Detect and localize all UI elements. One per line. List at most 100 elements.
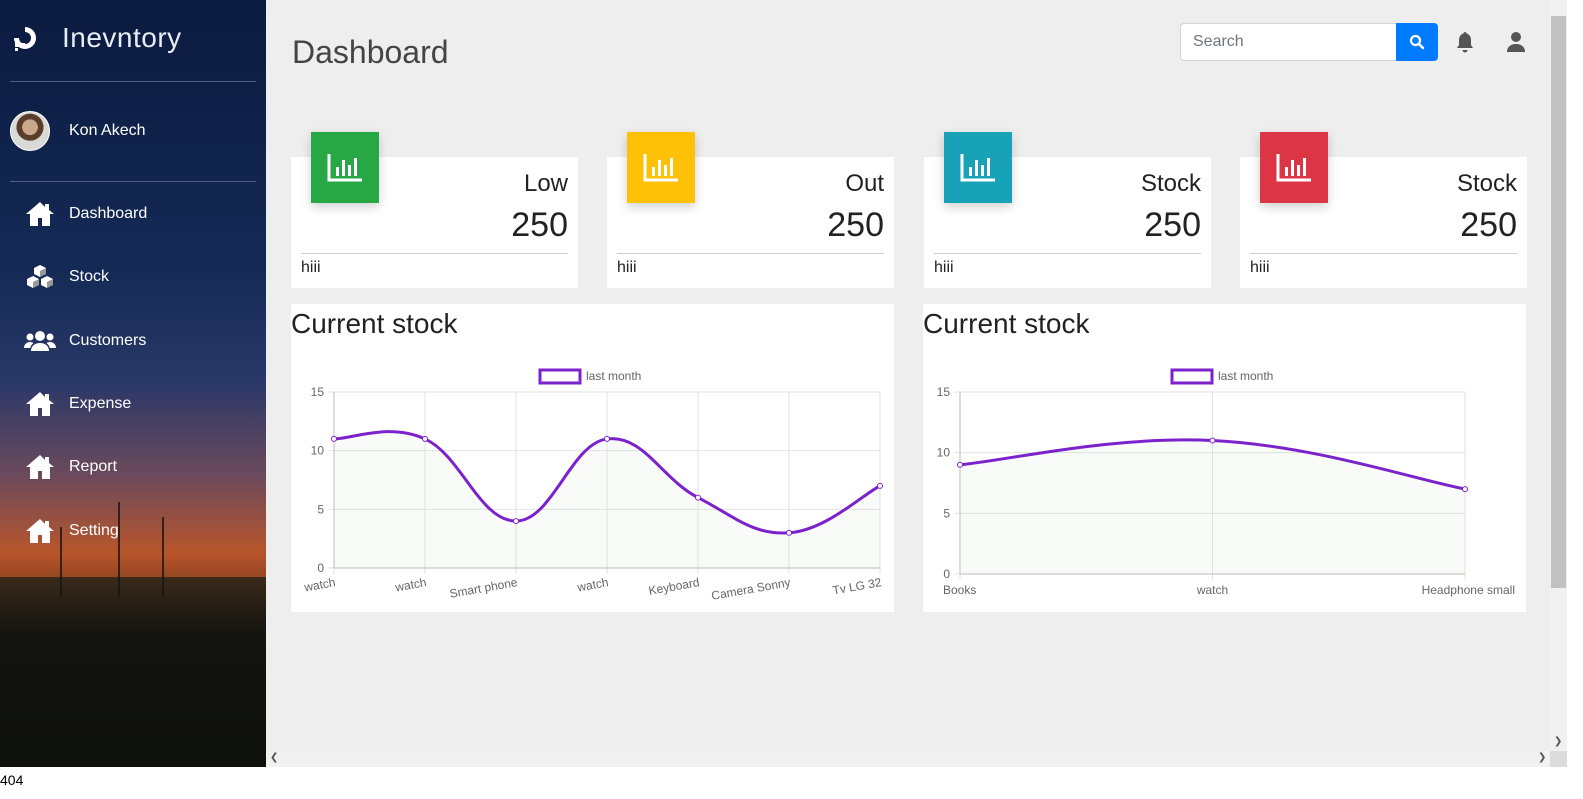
y-tick-label: 5 xyxy=(317,502,324,516)
x-tick-label: watch xyxy=(575,575,609,594)
stat-card-footer: hiii xyxy=(301,259,321,276)
scroll-down-icon[interactable]: ❯ xyxy=(1554,736,1562,747)
user-name: Kon Akech xyxy=(69,122,146,139)
data-point[interactable] xyxy=(1462,486,1468,493)
bar-chart-icon xyxy=(960,153,995,181)
users-icon xyxy=(24,327,56,355)
stat-card: Stock 250 hiii xyxy=(924,132,1211,288)
legend-label: last month xyxy=(586,369,641,383)
x-tick-label: Tv LG 32 xyxy=(831,575,882,597)
line-chart-current-stock-2: last month 0 5 10 15 Books watch Headphone smal… xyxy=(937,368,1515,597)
stat-card-title: Stock xyxy=(1140,170,1201,197)
stat-card-title: Low xyxy=(523,170,568,197)
sidebar-item-label: Report xyxy=(69,458,118,475)
stat-card-value: 250 xyxy=(1460,206,1517,244)
sidebar-item-stock[interactable]: Stock xyxy=(24,257,264,297)
sidebar-item-label: Customers xyxy=(69,332,147,349)
search-button[interactable] xyxy=(1396,23,1438,61)
stat-card-title: Out xyxy=(845,170,884,197)
stat-card-icon-box xyxy=(627,132,695,203)
line-chart-current-stock-1: last month 0 5 10 15 watch watch Smart phone wat… xyxy=(302,368,883,603)
user-profile[interactable]: Kon Akech xyxy=(10,111,146,151)
x-tick-label: Keyboard xyxy=(647,575,700,598)
home-icon xyxy=(24,453,56,481)
y-tick-label: 0 xyxy=(317,561,324,575)
home-icon xyxy=(24,517,56,545)
stat-card-value: 250 xyxy=(1144,206,1201,244)
data-point[interactable] xyxy=(786,529,792,536)
legend-swatch xyxy=(1170,368,1214,385)
status-text: 404 xyxy=(0,772,24,788)
sidebar-item-label: Setting xyxy=(69,522,119,539)
chart-panel-1: Current stock last month 0 5 10 15 watch watch… xyxy=(291,304,894,612)
data-point[interactable] xyxy=(957,461,963,468)
data-point[interactable] xyxy=(331,435,337,442)
legend-label: last month xyxy=(1218,369,1273,383)
sidebar-item-label: Expense xyxy=(69,395,132,412)
search-icon xyxy=(1409,34,1425,50)
stat-card-icon-box xyxy=(1260,132,1328,203)
x-tick-label: Headphone small xyxy=(1422,583,1515,597)
stat-card-icon-box xyxy=(311,132,379,203)
x-tick-label: Camera Sonny xyxy=(710,575,791,603)
chart-panel-2: Current stock last month 0 5 10 15 Books watch… xyxy=(923,304,1526,612)
data-point[interactable] xyxy=(513,518,519,525)
y-tick-label: 15 xyxy=(937,385,951,399)
y-tick-label: 5 xyxy=(943,506,950,520)
x-tick-label: watch xyxy=(393,575,427,594)
brand[interactable]: Inevntory xyxy=(10,18,182,58)
data-point[interactable] xyxy=(877,482,883,489)
main-content: Dashboard Low 250 hiii Out 250 hiii Stock 250 hi… xyxy=(266,0,1550,751)
stat-card-footer: hiii xyxy=(934,259,954,276)
x-tick-label: Smart phone xyxy=(448,575,518,601)
stat-card: Low 250 hiii xyxy=(291,132,578,288)
horizontal-scrollbar[interactable]: ❮ ❯ xyxy=(266,751,1550,767)
scrollbar-corner xyxy=(1550,751,1567,767)
bell-icon[interactable] xyxy=(1453,30,1477,54)
bar-chart-icon xyxy=(643,153,678,181)
sidebar-item-customers[interactable]: Customers xyxy=(24,321,264,361)
stat-card-footer: hiii xyxy=(617,259,637,276)
divider xyxy=(934,253,1201,254)
divider xyxy=(10,81,256,82)
search-input[interactable] xyxy=(1180,23,1396,61)
scroll-left-icon[interactable]: ❮ xyxy=(270,752,278,763)
stat-card: Out 250 hiii xyxy=(607,132,894,288)
cubes-icon xyxy=(24,263,56,291)
sidebar-item-expense[interactable]: Expense xyxy=(24,384,264,424)
home-icon xyxy=(24,200,56,228)
stat-card-value: 250 xyxy=(827,206,884,244)
scroll-right-icon[interactable]: ❯ xyxy=(1538,752,1546,763)
y-tick-label: 0 xyxy=(943,567,950,581)
sidebar-item-setting[interactable]: Setting xyxy=(24,511,264,551)
x-tick-label: watch xyxy=(1196,583,1228,597)
page-title: Dashboard xyxy=(292,34,449,70)
stat-card: Stock 250 hiii xyxy=(1240,132,1527,288)
data-point[interactable] xyxy=(1209,437,1216,444)
legend-swatch xyxy=(538,368,582,385)
sidebar-item-dashboard[interactable]: Dashboard xyxy=(24,194,264,234)
sidebar-item-label: Stock xyxy=(69,268,110,285)
bar-chart-icon xyxy=(327,153,362,181)
data-point[interactable] xyxy=(604,435,610,442)
data-point[interactable] xyxy=(695,494,701,501)
bar-chart-icon xyxy=(1276,153,1311,181)
app-title: Inevntory xyxy=(62,22,182,53)
y-tick-label: 10 xyxy=(311,444,325,458)
divider xyxy=(617,253,884,254)
data-point[interactable] xyxy=(422,435,428,442)
divider xyxy=(10,181,256,182)
y-tick-label: 15 xyxy=(311,385,325,399)
series-area xyxy=(960,439,1465,574)
divider xyxy=(301,253,568,254)
sidebar-item-report[interactable]: Report xyxy=(24,447,264,487)
sidebar-item-label: Dashboard xyxy=(69,205,148,222)
x-tick-label: watch xyxy=(302,575,336,594)
divider xyxy=(1250,253,1517,254)
stat-card-footer: hiii xyxy=(1250,259,1270,276)
sidebar: Inevntory Kon Akech Dashboard Stock Custom… xyxy=(0,0,266,767)
scrollbar-thumb[interactable] xyxy=(1551,16,1566,588)
y-tick-label: 10 xyxy=(937,446,951,460)
vertical-scrollbar[interactable]: ❯ xyxy=(1550,0,1567,751)
user-icon[interactable] xyxy=(1504,30,1528,54)
